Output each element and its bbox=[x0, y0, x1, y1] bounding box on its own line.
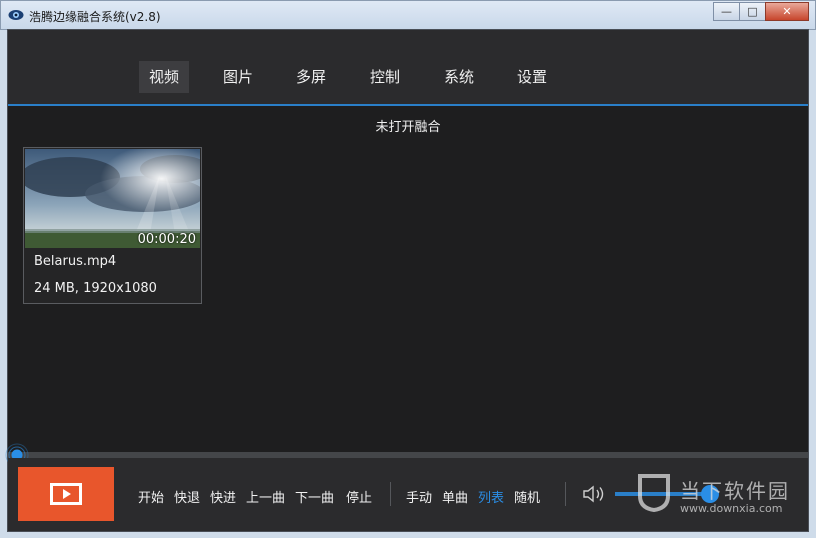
title-bar: 浩腾边缘融合系统(v2.8) — □ ✕ bbox=[0, 0, 816, 30]
tab-control[interactable]: 控制 bbox=[360, 61, 410, 93]
play-button[interactable] bbox=[18, 467, 114, 521]
divider bbox=[565, 482, 566, 506]
video-thumbnail: 00:00:20 bbox=[25, 149, 200, 248]
window-controls: — □ ✕ bbox=[713, 2, 809, 21]
mode-manual-button[interactable]: 手动 bbox=[406, 487, 432, 506]
volume-icon[interactable] bbox=[582, 484, 608, 504]
tab-images[interactable]: 图片 bbox=[213, 61, 263, 93]
tab-settings[interactable]: 设置 bbox=[507, 61, 557, 93]
top-navigation: 视频 图片 多屏 控制 系统 设置 bbox=[8, 30, 808, 106]
tab-multiscreen[interactable]: 多屏 bbox=[286, 61, 336, 93]
fusion-status: 未打开融合 bbox=[375, 120, 441, 135]
watermark-text: 当下软件园 bbox=[680, 479, 790, 503]
close-button[interactable]: ✕ bbox=[765, 2, 809, 21]
file-info: 24 MB, 1920x1080 bbox=[34, 281, 157, 296]
play-screen-icon bbox=[50, 483, 82, 505]
watermark-logo-icon bbox=[638, 474, 670, 513]
media-card[interactable]: 00:00:20 Belarus.mp4 24 MB, 1920x1080 bbox=[23, 147, 202, 304]
window-title: 浩腾边缘融合系统(v2.8) bbox=[29, 10, 161, 24]
file-name: Belarus.mp4 bbox=[34, 254, 117, 269]
start-button[interactable]: 开始 bbox=[138, 487, 164, 506]
mode-single-button[interactable]: 单曲 bbox=[442, 487, 468, 506]
eye-logo-icon bbox=[8, 10, 24, 20]
watermark-url: www.downxia.com bbox=[680, 502, 783, 515]
maximize-button[interactable]: □ bbox=[739, 2, 766, 21]
mode-list-button[interactable]: 列表 bbox=[478, 487, 504, 506]
mode-random-button[interactable]: 随机 bbox=[514, 487, 540, 506]
previous-track-button[interactable]: 上一曲 bbox=[246, 487, 285, 506]
stop-button[interactable]: 停止 bbox=[346, 487, 372, 506]
video-duration: 00:00:20 bbox=[137, 232, 196, 247]
minimize-button[interactable]: — bbox=[713, 2, 740, 21]
app-frame: 视频 图片 多屏 控制 系统 设置 未打开融合 00:00:20 Belarus… bbox=[5, 29, 809, 532]
divider bbox=[390, 482, 391, 506]
fast-forward-button[interactable]: 快进 bbox=[210, 487, 236, 506]
rewind-button[interactable]: 快退 bbox=[174, 487, 200, 506]
next-track-button[interactable]: 下一曲 bbox=[295, 487, 334, 506]
tab-system[interactable]: 系统 bbox=[434, 61, 484, 93]
tab-video[interactable]: 视频 bbox=[139, 61, 190, 93]
